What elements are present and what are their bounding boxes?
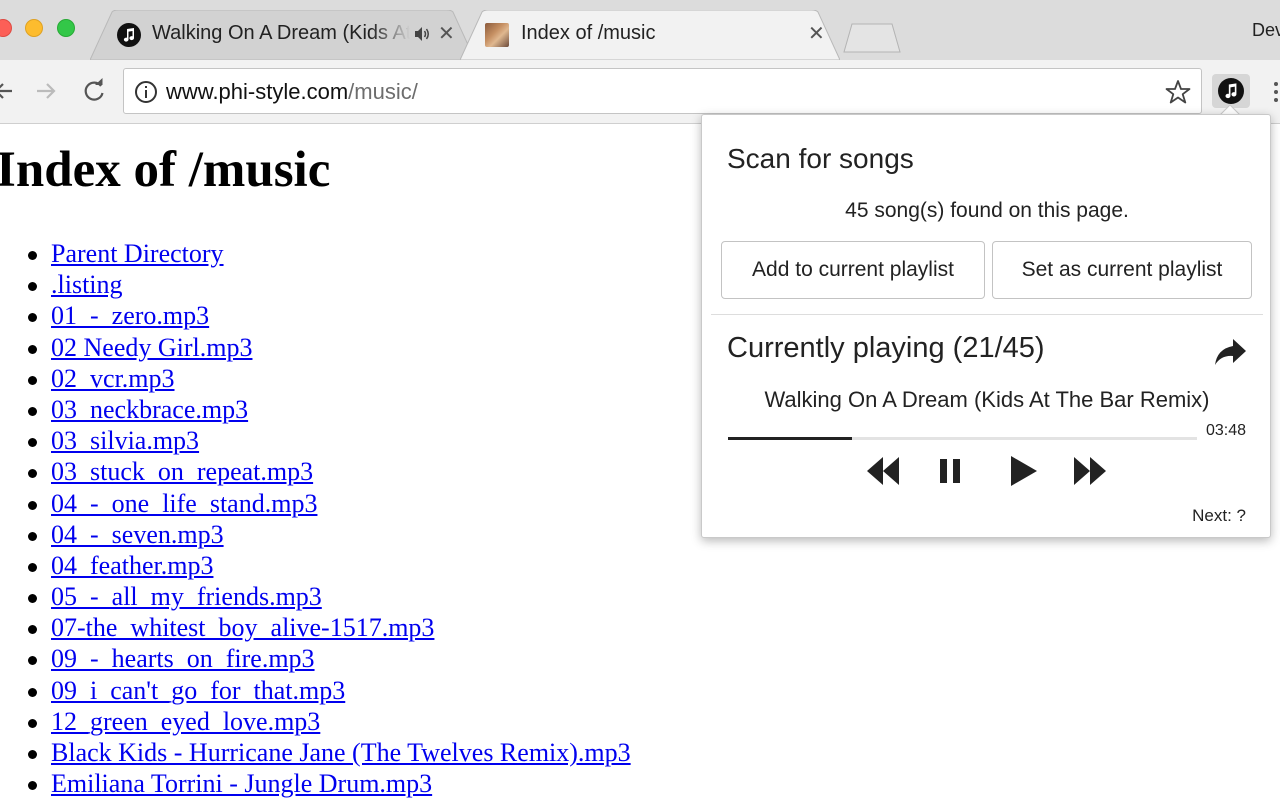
photo-thumbnail-icon <box>485 23 509 47</box>
list-item: 02_vcr.mp3 <box>28 363 631 394</box>
list-item: 04_feather.mp3 <box>28 550 631 581</box>
file-link[interactable]: Emiliana Torrini - Jungle Drum.mp3 <box>51 769 432 798</box>
list-item: Parent Directory <box>28 238 631 269</box>
list-item: 03_silvia.mp3 <box>28 425 631 456</box>
file-link[interactable]: 05_-_all_my_friends.mp3 <box>51 582 322 611</box>
duration-text: 03:48 <box>1206 422 1247 439</box>
url-path: /music/ <box>348 79 418 104</box>
tab-walking-on-a-dream[interactable]: Walking On A Dream (Kids At The Bar Remi… <box>90 10 475 60</box>
pause-icon[interactable] <box>930 453 970 489</box>
file-link[interactable]: 03_neckbrace.mp3 <box>51 395 248 424</box>
list-item: 04_-_seven.mp3 <box>28 519 631 550</box>
bookmark-star-icon[interactable] <box>1165 79 1191 105</box>
current-song-title: Walking On A Dream (Kids At The Bar Remi… <box>764 387 1210 412</box>
new-tab-button[interactable] <box>842 22 902 54</box>
music-note-icon <box>117 23 141 47</box>
zoom-window-button[interactable] <box>57 19 75 37</box>
more-menu-icon[interactable] <box>1270 80 1280 104</box>
minimize-window-button[interactable] <box>25 19 43 37</box>
file-link[interactable]: 02 Needy Girl.mp3 <box>51 333 252 362</box>
fast-forward-icon[interactable] <box>1070 453 1110 489</box>
close-tab-icon[interactable]: ✕ <box>438 22 455 46</box>
list-item: 03_stuck_on_repeat.mp3 <box>28 456 631 487</box>
music-extension-button[interactable] <box>1212 74 1250 108</box>
profile-label[interactable]: Dev <box>1252 20 1280 41</box>
share-arrow-icon[interactable] <box>1213 337 1247 367</box>
url-host: www.phi-style.com <box>166 79 349 104</box>
rewind-icon[interactable] <box>863 453 903 489</box>
speaker-icon[interactable] <box>413 25 431 43</box>
progress-fill <box>728 437 853 440</box>
add-to-playlist-button[interactable]: Add to current playlist <box>721 241 985 299</box>
list-item: 09_i_can't_go_for_that.mp3 <box>28 675 631 706</box>
music-extension-popup: Scan for songs 45 song(s) found on this … <box>701 114 1271 538</box>
file-link[interactable]: 09_i_can't_go_for_that.mp3 <box>51 676 345 705</box>
file-link[interactable]: 03_silvia.mp3 <box>51 426 199 455</box>
now-playing-title: Currently playing (21/45) <box>727 332 1045 364</box>
file-link[interactable]: 03_stuck_on_repeat.mp3 <box>51 457 313 486</box>
songs-found-text: 45 song(s) found on this page. <box>845 199 1129 222</box>
divider <box>711 314 1263 315</box>
file-list: Parent Directory .listing 01_-_zero.mp3 02 … <box>28 238 631 799</box>
list-item: 12_green_eyed_love.mp3 <box>28 706 631 737</box>
play-icon[interactable] <box>1002 453 1042 489</box>
list-item: Emiliana Torrini - Jungle Drum.mp3 <box>28 768 631 799</box>
file-link[interactable]: 02_vcr.mp3 <box>51 364 175 393</box>
page-heading: Index of /music <box>0 142 331 198</box>
file-link[interactable]: 04_-_one_life_stand.mp3 <box>51 489 317 518</box>
scan-section-title: Scan for songs <box>727 143 914 174</box>
address-bar[interactable]: www.phi-style.com/music/ <box>123 68 1202 114</box>
file-link[interactable]: 07-the_whitest_boy_alive-1517.mp3 <box>51 613 434 642</box>
list-item: Black Kids - Hurricane Jane (The Twelves… <box>28 737 631 768</box>
file-link[interactable]: .listing <box>51 270 123 299</box>
list-item: 07-the_whitest_boy_alive-1517.mp3 <box>28 612 631 643</box>
tab-title: Index of /music <box>521 22 656 44</box>
parent-directory-link[interactable]: Parent Directory <box>51 239 224 268</box>
reload-icon[interactable] <box>80 77 108 105</box>
file-link[interactable]: 09_-_hearts_on_fire.mp3 <box>51 644 315 673</box>
file-link[interactable]: Black Kids - Hurricane Jane (The Twelves… <box>51 738 631 767</box>
list-item: 01_-_zero.mp3 <box>28 300 631 331</box>
list-item: 03_neckbrace.mp3 <box>28 394 631 425</box>
music-note-icon <box>1218 78 1244 104</box>
list-item: 04_-_one_life_stand.mp3 <box>28 488 631 519</box>
close-tab-icon[interactable]: ✕ <box>808 22 825 46</box>
tab-title: Walking On A Dream (Kids At The Bar Remi… <box>152 22 410 44</box>
list-item: .listing <box>28 269 631 300</box>
forward-arrow-icon[interactable] <box>33 77 61 105</box>
close-window-button[interactable] <box>0 19 12 37</box>
tab-index-of-music[interactable]: Index of /music ✕ <box>460 10 840 60</box>
list-item: 02 Needy Girl.mp3 <box>28 332 631 363</box>
url-text[interactable]: www.phi-style.com/music/ <box>166 79 418 105</box>
progress-bar[interactable] <box>728 437 1197 440</box>
next-song-label: Next: ? <box>1192 506 1246 525</box>
list-item: 09_-_hearts_on_fire.mp3 <box>28 643 631 674</box>
back-arrow-icon[interactable] <box>0 77 18 105</box>
file-link[interactable]: 01_-_zero.mp3 <box>51 301 209 330</box>
list-item: 05_-_all_my_friends.mp3 <box>28 581 631 612</box>
file-link[interactable]: 04_-_seven.mp3 <box>51 520 224 549</box>
file-link[interactable]: 04_feather.mp3 <box>51 551 213 580</box>
tab-strip: Walking On A Dream (Kids At The Bar Remi… <box>0 0 1280 60</box>
file-link[interactable]: 12_green_eyed_love.mp3 <box>51 707 320 736</box>
info-icon[interactable] <box>134 80 158 104</box>
set-as-playlist-button[interactable]: Set as current playlist <box>992 241 1252 299</box>
